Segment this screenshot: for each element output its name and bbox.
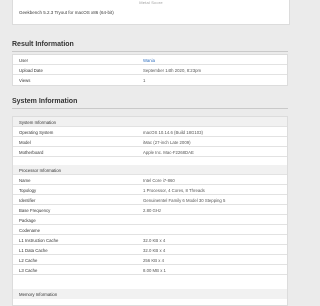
section-title: Memory Information: [19, 291, 58, 297]
section-title: Processor Information: [19, 167, 62, 173]
table-row: Identifier GenuineIntel Family 6 Model 3…: [13, 195, 287, 205]
table-row: Name Intel Core i7-860: [13, 175, 287, 185]
row-value: 1: [143, 77, 146, 83]
row-label: Package: [19, 217, 36, 223]
section-title: System Information: [19, 119, 57, 125]
row-label: Identifier: [19, 197, 36, 203]
row-label: L1 Data Cache: [19, 247, 48, 253]
table-row: Model iMac (27-inch Late 2009): [13, 137, 287, 147]
table-row: Operating System macOS 10.14.6 (Build 18…: [13, 127, 287, 137]
table-row: L1 Instruction Cache 32.0 KB x 4: [13, 235, 287, 245]
row-value: 256 KB x 4: [143, 257, 165, 263]
row-value: Intel Core i7-860: [143, 177, 175, 183]
row-value: 32.0 KB x 4: [143, 247, 166, 253]
table-row: Upload Date September 14th 2020, 8:23pm: [13, 65, 287, 75]
system-information-table: System Information Operating System macO…: [12, 116, 288, 306]
section-header-memory: Memory Information: [13, 289, 287, 299]
row-label: Upload Date: [19, 67, 43, 73]
row-label: L2 Cache: [19, 257, 38, 263]
table-row: User Wania: [13, 55, 287, 65]
version-text: Geekbench 5.2.3 Tryout for macOS x86 (64…: [19, 10, 114, 15]
row-label: Model: [19, 139, 31, 145]
section-header-system: System Information: [13, 117, 287, 127]
row-label: Base Frequency: [19, 207, 51, 213]
row-value: 32.0 KB x 4: [143, 237, 166, 243]
row-value: GenuineIntel Family 6 Model 30 Stepping …: [143, 197, 226, 203]
table-row: L3 Cache 8.00 MB x 1: [13, 265, 287, 275]
table-row: Views 1: [13, 75, 287, 85]
row-label: Name: [19, 177, 31, 183]
row-value: September 14th 2020, 8:23pm: [143, 67, 202, 73]
row-value: 1 Processor, 4 Cores, 8 Threads: [143, 187, 205, 193]
table-row: Topology 1 Processor, 4 Cores, 8 Threads: [13, 185, 287, 195]
row-label: Topology: [19, 187, 37, 193]
row-label: Operating System: [19, 129, 54, 135]
table-row: L2 Cache 256 KB x 4: [13, 255, 287, 265]
row-label: Views: [19, 77, 31, 83]
row-label: Motherboard: [19, 149, 44, 155]
row-value: macOS 10.14.6 (Build 18G103): [143, 129, 203, 135]
system-information-heading: System Information: [12, 98, 78, 105]
table-row: Base Frequency 2.80 GHz: [13, 205, 287, 215]
heading-divider: [12, 51, 288, 52]
row-label: User: [19, 57, 29, 63]
row-value: 8.00 MB x 1: [143, 267, 166, 273]
result-information-table: User Wania Upload Date September 14th 20…: [12, 54, 288, 86]
row-value: Apple Inc. Mac-F2268DAE: [143, 149, 194, 155]
row-label: L3 Cache: [19, 267, 38, 273]
heading-divider: [12, 108, 288, 109]
section-header-processor: Processor Information: [13, 165, 287, 175]
row-label: L1 Instruction Cache: [19, 237, 59, 243]
table-row: Motherboard Apple Inc. Mac-F2268DAE: [13, 147, 287, 157]
table-row: Package: [13, 215, 287, 225]
score-card: Metal Score Geekbench 5.2.3 Tryout for m…: [12, 0, 290, 25]
table-row: L1 Data Cache 32.0 KB x 4: [13, 245, 287, 255]
table-row: Codename: [13, 225, 287, 235]
row-value: iMac (27-inch Late 2009): [143, 139, 191, 145]
user-link[interactable]: Wania: [143, 58, 155, 63]
result-information-heading: Result Information: [12, 41, 74, 48]
score-label: Metal Score: [139, 0, 163, 5]
row-value: 2.80 GHz: [143, 207, 162, 213]
row-label: Codename: [19, 227, 41, 233]
